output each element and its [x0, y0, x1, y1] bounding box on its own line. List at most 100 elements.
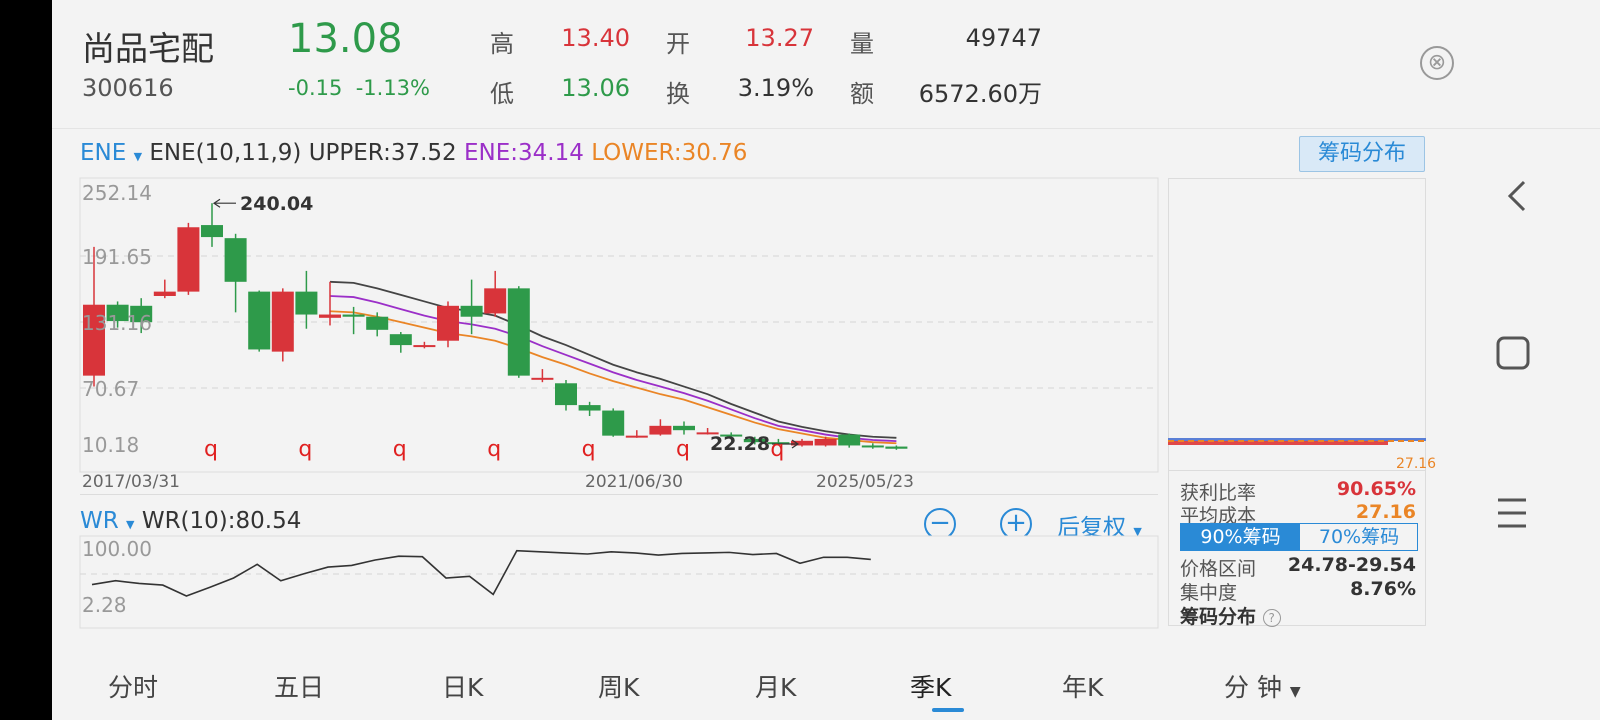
candle-body	[177, 227, 200, 292]
tab-70-chip[interactable]: 70%筹码	[1300, 524, 1418, 550]
price-range-value: 24.78-29.54	[1287, 554, 1416, 576]
back-icon[interactable]	[1502, 178, 1532, 214]
candle-body	[649, 425, 672, 435]
amount-label: 额	[850, 80, 874, 108]
chip-footer-label: 筹码分布	[1180, 606, 1257, 628]
lower-value: LOWER:30.76	[591, 140, 748, 166]
date-label-end: 2025/05/23	[816, 472, 914, 492]
q-marker: q	[487, 437, 501, 462]
active-tab-indicator	[932, 708, 964, 712]
chip-range-tabs: 90%筹码 70%筹码	[1180, 523, 1418, 551]
candle-body	[201, 225, 223, 238]
caret-down-icon: ▼	[1289, 684, 1301, 700]
y-tick-label: 131.16	[82, 311, 152, 335]
tab-fenshi[interactable]: 分时	[108, 668, 158, 704]
candle-body	[153, 291, 176, 296]
menu-icon[interactable]	[1496, 496, 1528, 530]
candle-body	[531, 377, 554, 380]
profit-ratio-value: 90.65%	[1336, 478, 1416, 500]
y-tick-label: 252.14	[82, 181, 152, 205]
wr-y-tick-top: 100.00	[82, 537, 152, 561]
high-label: 高	[490, 30, 514, 58]
tab-90-chip[interactable]: 90%筹码	[1181, 524, 1300, 550]
candle-body	[814, 438, 837, 446]
high-value: 13.40	[561, 24, 630, 52]
help-icon[interactable]: ?	[1262, 608, 1281, 627]
candle-body	[602, 410, 625, 436]
header-divider	[52, 128, 1600, 129]
candle-body	[319, 314, 341, 318]
wr-selector[interactable]: WR ▼	[80, 508, 135, 534]
amount-value: 6572.60万	[918, 80, 1042, 108]
wr-name: WR	[80, 508, 119, 534]
q-marker: q	[393, 437, 407, 462]
date-label-start: 2017/03/31	[82, 472, 180, 492]
candle	[507, 286, 530, 378]
open-value: 13.27	[745, 24, 814, 52]
y-tick-label: 191.65	[82, 245, 152, 269]
candle-body	[484, 288, 507, 314]
date-row-divider	[80, 494, 1158, 495]
price-range-label: 价格区间	[1180, 558, 1257, 580]
stock-name: 尚品宅配	[82, 29, 214, 68]
volume-value: 49747	[965, 24, 1042, 52]
indicator-name: ENE	[80, 140, 127, 166]
tab-wuri[interactable]: 五日	[274, 668, 324, 704]
candle-body	[885, 446, 908, 449]
candle-body	[437, 305, 459, 341]
q-marker: q	[676, 437, 690, 462]
candle-body	[555, 383, 577, 406]
min-price-label: 22.28	[710, 433, 770, 455]
tab-minute[interactable]: 分 钟 ▼	[1224, 668, 1301, 704]
wr-y-tick-bottom: 2.28	[82, 593, 127, 617]
indicator-params: ENE(10,11,9)	[149, 140, 302, 166]
concentration-value: 8.76%	[1350, 578, 1416, 600]
tab-monthly-k[interactable]: 月K	[755, 668, 796, 704]
tab-daily-k[interactable]: 日K	[442, 668, 483, 704]
turnover-label: 换	[666, 80, 690, 108]
candle-body	[838, 434, 861, 446]
candle-body	[389, 334, 412, 346]
wr-chart[interactable]: 100.00 2.28	[79, 535, 1159, 629]
candle-body	[625, 435, 648, 438]
change-percent: -1.13%	[355, 76, 430, 100]
chip-histogram	[1168, 438, 1426, 445]
candle-body	[673, 425, 695, 431]
low-value: 13.06	[561, 74, 630, 102]
q-marker: q	[770, 437, 784, 462]
current-price: 13.08	[288, 16, 403, 62]
max-price-label: 240.04	[240, 193, 313, 215]
candle-body	[342, 314, 365, 317]
concentration-label: 集中度	[1180, 582, 1238, 604]
candle-body	[413, 345, 436, 348]
candle-body	[366, 316, 389, 330]
stock-detail-screen: 尚品宅配 300616 13.08 -0.15 -1.13% 高 13.40 开…	[52, 0, 1600, 720]
home-icon[interactable]	[1496, 336, 1530, 370]
chip-distribution-button[interactable]: 筹码分布	[1299, 136, 1425, 172]
candle	[248, 290, 271, 352]
stock-code: 300616	[82, 74, 174, 102]
candle-body	[578, 405, 601, 411]
tab-yearly-k[interactable]: 年K	[1062, 668, 1103, 704]
tab-minute-label: 分 钟	[1224, 673, 1282, 702]
kline-chart[interactable]: 252.14191.65131.1670.6710.18240.0422.28q…	[79, 177, 1159, 473]
indicator-selector[interactable]: ENE ▼	[80, 140, 142, 166]
candle	[271, 288, 294, 362]
q-marker: q	[582, 437, 596, 462]
turnover-value: 3.19%	[737, 74, 814, 102]
candle-body	[460, 305, 483, 317]
tab-weekly-k[interactable]: 周K	[598, 668, 639, 704]
indicator-legend: ENE ▼ ENE(10,11,9) UPPER:37.52 ENE:34.14…	[80, 140, 747, 166]
chip-bar-blue	[1168, 438, 1426, 441]
low-label: 低	[490, 80, 514, 108]
tab-quarterly-k[interactable]: 季K	[910, 668, 951, 704]
candle-body	[224, 238, 247, 282]
q-marker: q	[298, 437, 312, 462]
y-tick-label: 10.18	[82, 433, 139, 457]
avg-cost-value: 27.16	[1355, 501, 1416, 523]
upper-value: UPPER:37.52	[308, 140, 457, 166]
caret-down-icon: ▼	[126, 518, 135, 531]
wr-frame	[79, 535, 1159, 629]
close-icon[interactable]: ⊗	[1420, 46, 1454, 80]
candle-body	[295, 291, 318, 315]
